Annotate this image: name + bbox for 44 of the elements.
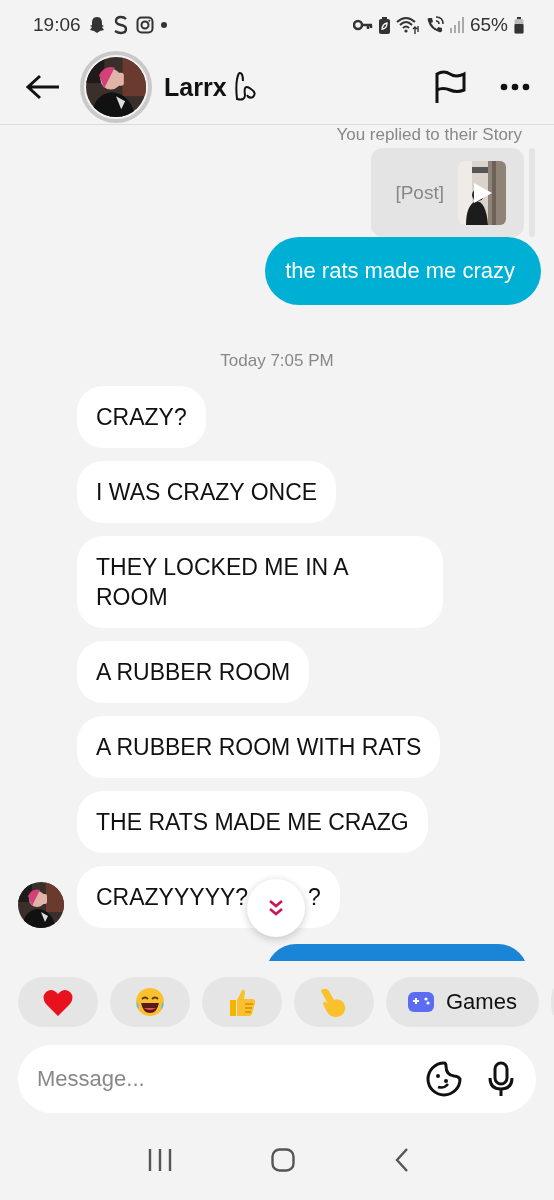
gamepad-icon [408, 990, 434, 1014]
received-message: CRAZY? [77, 386, 206, 448]
pointing-hand-icon [320, 987, 348, 1017]
battery-icon [514, 16, 524, 34]
laugh-reaction-button[interactable] [110, 977, 190, 1027]
contact-name[interactable]: Larrx [164, 72, 227, 102]
camera-icon [135, 16, 154, 34]
timestamp: Today 7:05 PM [220, 351, 334, 371]
battery-percent: 65% [469, 14, 508, 36]
s-logo-icon [112, 15, 129, 35]
wifi-icon [395, 16, 420, 34]
key-icon [352, 19, 373, 31]
heart-reaction-button[interactable] [18, 977, 98, 1027]
received-message: A RUBBER ROOM WITH RATS [77, 716, 441, 778]
status-time: 19:06 [33, 14, 81, 36]
games-button[interactable]: Games [386, 977, 539, 1027]
ghost-icon [87, 16, 106, 34]
post-label: [Post] [395, 181, 444, 204]
back-icon[interactable] [395, 1148, 410, 1172]
message-field[interactable]: Message... [18, 1045, 536, 1113]
laughing-face-icon [135, 987, 165, 1017]
wifi-call-icon [425, 16, 444, 34]
double-chevron-icon [268, 899, 284, 917]
flag-icon[interactable] [434, 70, 466, 104]
back-arrow-icon[interactable] [26, 74, 60, 100]
thumbs-up-button[interactable] [202, 977, 282, 1027]
play-icon[interactable] [474, 182, 492, 203]
battery-saver-icon [378, 16, 390, 34]
dot-icon [160, 22, 167, 28]
microphone-icon[interactable] [488, 1061, 514, 1097]
avatar-ring[interactable] [80, 51, 152, 123]
thumbs-up-icon [228, 987, 256, 1017]
signal-icon [449, 17, 464, 33]
heart-icon [43, 988, 73, 1016]
received-message: A RUBBER ROOM [77, 641, 310, 703]
sticker-icon[interactable] [426, 1061, 462, 1097]
received-message: THE RATS MADE ME CRAZG [77, 791, 428, 853]
sent-message: the rats made me crazy [265, 237, 541, 305]
received-message: I WAS CRAZY ONCE [77, 461, 337, 523]
more-options-icon[interactable] [500, 83, 530, 91]
received-message: THEY LOCKED ME IN A ROOM [77, 536, 443, 628]
home-icon[interactable] [271, 1148, 296, 1172]
story-reply-caption: You replied to their Story [335, 125, 523, 145]
recent-apps-icon[interactable] [147, 1149, 172, 1171]
